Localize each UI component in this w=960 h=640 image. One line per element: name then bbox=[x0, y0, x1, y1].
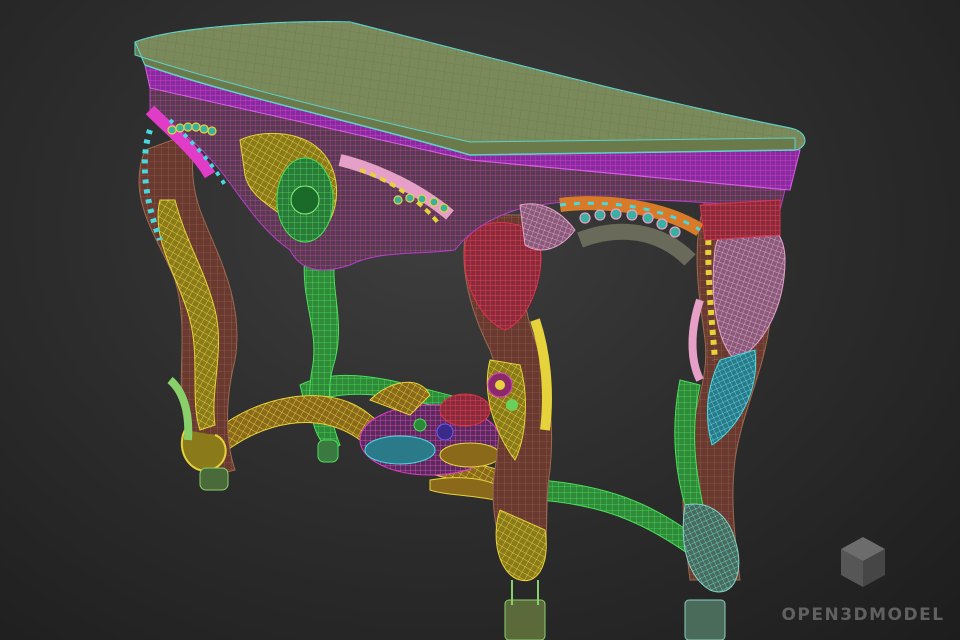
right-front-foot bbox=[684, 599, 726, 640]
render-viewport: OPEN3DMODEL bbox=[0, 0, 960, 640]
watermark: OPEN3DMODEL bbox=[778, 533, 948, 633]
back-left-foot bbox=[317, 439, 339, 463]
left-front-foot bbox=[199, 467, 229, 491]
cube-logo-icon bbox=[841, 537, 885, 587]
watermark-text: OPEN3DMODEL bbox=[781, 605, 945, 625]
middle-front-foot bbox=[504, 599, 546, 640]
